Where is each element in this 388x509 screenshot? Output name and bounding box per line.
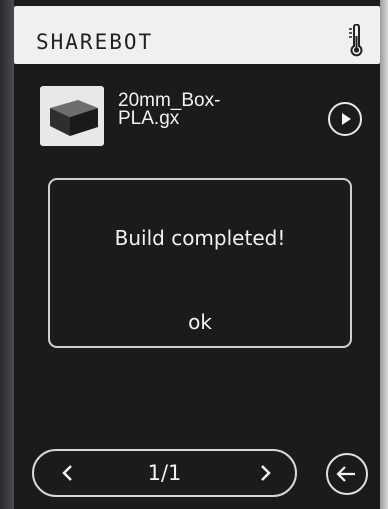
header-bar: SHAREBOT: [14, 6, 380, 64]
file-row[interactable]: 20mm_Box- PLA.gx: [14, 80, 380, 150]
build-complete-dialog: Build completed! ok: [48, 178, 352, 348]
file-name: 20mm_Box- PLA.gx: [118, 90, 221, 129]
device-bezel-right: [380, 0, 388, 509]
brand-title: SHAREBOT: [36, 30, 154, 54]
arrow-left-icon[interactable]: [326, 453, 368, 495]
page-navigator: 1/1: [32, 449, 297, 497]
file-thumbnail: [40, 86, 104, 146]
chevron-right-icon[interactable]: [253, 461, 277, 485]
device-bezel-left: [0, 0, 14, 509]
play-icon[interactable]: [328, 102, 362, 136]
touch-screen: SHAREBOT 20mm_Box- PLA.gx Build complete…: [14, 0, 380, 509]
dialog-message: Build completed!: [114, 226, 286, 250]
ok-button[interactable]: ok: [50, 310, 350, 334]
thermometer-icon[interactable]: [348, 23, 364, 58]
